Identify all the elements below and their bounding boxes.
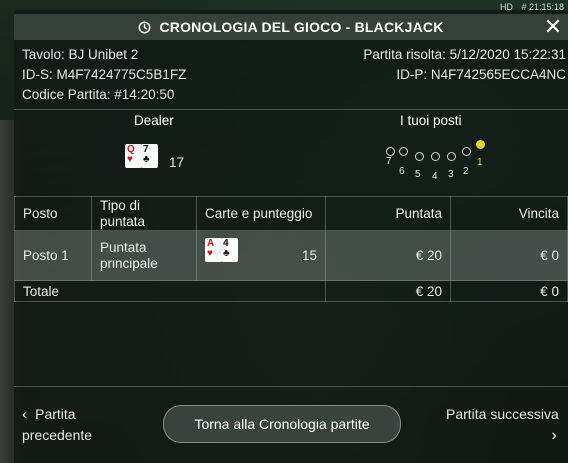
row-bet: € 20 xyxy=(325,230,451,281)
next-game-label: Partita successiva xyxy=(446,406,559,422)
playing-card: 4 ♣ xyxy=(221,237,238,262)
player-id: ID-P: N4F742565ECCA4NC xyxy=(396,67,566,82)
total-label: Totale xyxy=(14,280,326,302)
quality-badge: HD xyxy=(499,2,513,12)
seat-marker-2 xyxy=(462,147,471,156)
divider xyxy=(14,109,568,110)
your-seats-label: I tuoi posti xyxy=(400,113,462,128)
col-bet-type: Tipo di puntata xyxy=(91,196,197,231)
total-bet: € 20 xyxy=(325,280,451,302)
divider xyxy=(14,386,568,387)
seat-marker-3 xyxy=(447,152,456,161)
col-cards: Carte e punteggio xyxy=(196,196,326,231)
previous-game-line2: precedente xyxy=(22,427,93,443)
col-win: Vincita xyxy=(450,196,568,231)
row-cards: A ♥ 4 ♣ 15 xyxy=(196,230,326,281)
chevron-right-icon: › xyxy=(551,427,557,444)
results-table: Posto Tipo di puntata Carte e punteggio … xyxy=(14,196,568,302)
table-name: Tavolo: BJ Unibet 2 xyxy=(22,47,139,62)
seat-number-3: 3 xyxy=(448,169,454,180)
playing-card: 7 ♣ xyxy=(141,144,158,168)
row-win: € 0 xyxy=(450,230,568,281)
row-score: 15 xyxy=(301,247,317,263)
dealer-total: 17 xyxy=(169,155,185,170)
back-to-history-button[interactable]: Torna alla Cronologia partite xyxy=(163,405,401,443)
card-suit: ♥ xyxy=(127,154,133,165)
close-icon[interactable]: ✕ xyxy=(540,14,566,40)
card-rank: 4 xyxy=(223,237,229,249)
dealer-label: Dealer xyxy=(134,113,174,128)
seat-number-5: 5 xyxy=(415,169,421,180)
seat-number-7: 7 xyxy=(386,156,392,167)
seat-number-2: 2 xyxy=(463,166,469,177)
session-id: ID-S: M4F7424775C5B1FZ xyxy=(22,67,187,82)
card-suit: ♣ xyxy=(223,247,230,259)
seat-number-4: 4 xyxy=(432,171,438,182)
title-bar: CRONOLOGIA DEL GIOCO - BLACKJACK xyxy=(14,14,568,40)
total-win: € 0 xyxy=(450,280,568,302)
history-clock-icon xyxy=(139,21,151,33)
previous-game-line1: Partita xyxy=(35,406,76,422)
back-to-history-label: Torna alla Cronologia partite xyxy=(194,416,370,432)
card-suit: ♣ xyxy=(143,154,150,165)
status-bar: HD # 21:15:18 xyxy=(494,2,564,12)
seat-number-6: 6 xyxy=(399,166,405,177)
row-bet-type: Puntata principale xyxy=(91,230,197,281)
chevron-left-icon: ‹ xyxy=(22,406,28,423)
resolved-time: Partita risolta: 5/12/2020 15:22:31 xyxy=(363,47,566,62)
playing-card: A ♥ xyxy=(205,237,222,262)
card-rank: A xyxy=(207,237,215,249)
col-bet: Puntata xyxy=(325,196,451,231)
total-row: Totale € 20 € 0 xyxy=(14,280,568,302)
seat-number-1: 1 xyxy=(477,157,483,168)
page-title: CRONOLOGIA DEL GIOCO - BLACKJACK xyxy=(159,19,444,35)
table-row: Posto 1 Puntata principale A ♥ 4 ♣ 15 € 20 … xyxy=(14,230,568,281)
row-seat: Posto 1 xyxy=(14,230,92,281)
next-game-link[interactable]: Partita successiva › xyxy=(446,404,559,446)
seat-marker-6 xyxy=(399,147,408,156)
seat-marker-4 xyxy=(431,152,440,161)
game-code: Codice Partita: #14:20:50 xyxy=(22,87,175,102)
seat-marker-1 xyxy=(476,140,485,149)
playing-card: Q ♥ xyxy=(125,144,142,168)
seat-marker-5 xyxy=(415,152,424,161)
seat-marker-7 xyxy=(386,147,395,156)
card-suit: ♥ xyxy=(207,247,213,259)
clock-time: # 21:15:18 xyxy=(521,2,564,12)
previous-game-link[interactable]: ‹ Partita precedente xyxy=(22,404,92,446)
col-seat: Posto xyxy=(14,196,92,231)
